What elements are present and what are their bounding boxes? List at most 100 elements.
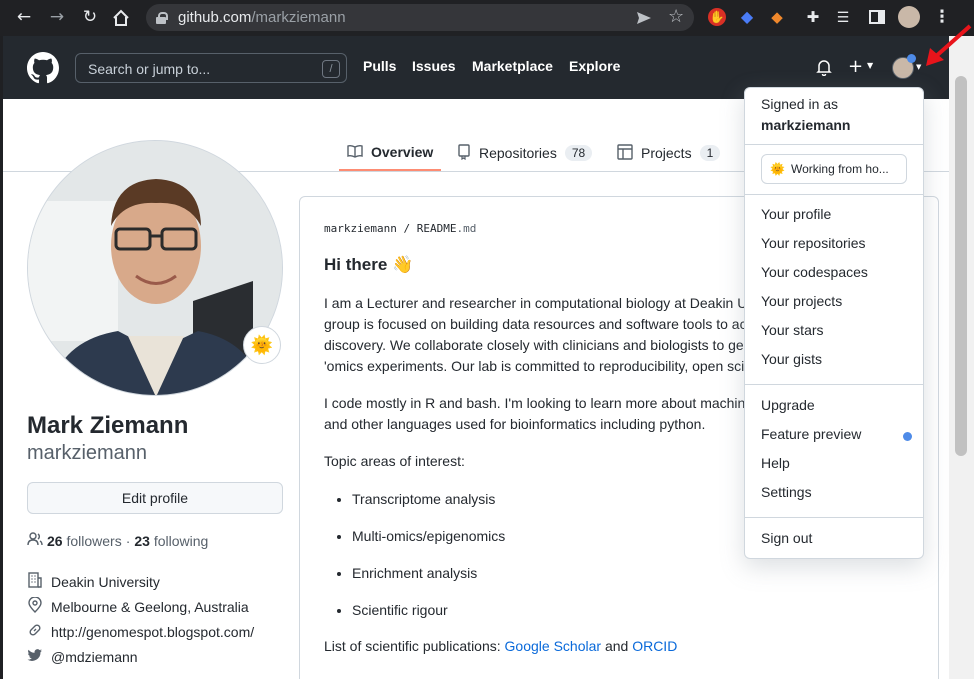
link-icon [27,622,43,641]
url-host: github.com [178,9,252,26]
menu-item-your-gists[interactable]: Your gists [761,351,822,367]
readme-topics-list: Transcriptome analysis Multi-omics/epige… [352,491,505,639]
divider [745,144,923,145]
publications-and: and [604,638,629,654]
readme-path-user[interactable]: markziemann [324,222,397,235]
readme-para1-line2: group is focused on building data resour… [324,316,747,332]
menu-item-settings[interactable]: Settings [761,484,812,500]
google-scholar-link[interactable]: Google Scholar [505,638,602,654]
list-item: Enrichment analysis [352,565,505,602]
extensions-puzzle-icon[interactable]: ✚ [804,8,822,26]
edit-profile-button[interactable]: Edit profile [27,482,283,514]
home-icon[interactable] [112,9,130,32]
send-tab-icon[interactable] [636,10,652,31]
tab-repositories[interactable]: Repositories 78 [457,135,593,171]
menu-item-your-stars[interactable]: Your stars [761,322,824,338]
location-pin-icon [27,596,43,616]
separator-dot: · [125,532,131,549]
search-shortcut-key: / [322,60,340,78]
set-status-button[interactable]: 🌞 Working from ho... [761,154,907,184]
followers-link[interactable]: 26 followers [47,533,122,549]
twitter-link[interactable]: @mdziemann [51,649,138,665]
divider [745,194,923,195]
profile-avatar[interactable] [27,140,283,396]
following-label: following [153,532,209,549]
adblock-extension-icon[interactable]: ✋ [708,8,726,26]
signed-in-username: markziemann [761,117,851,133]
page-scrollbar[interactable] [949,36,974,679]
list-item: Scientific rigour [352,602,505,639]
back-icon[interactable]: ← [12,7,36,27]
vcard-location: Melbourne & Geelong, Australia [27,596,249,616]
menu-item-your-codespaces[interactable]: Your codespaces [761,264,868,280]
readme-para1-line4: 'omics experiments. Our lab is committed… [324,358,745,374]
chevron-down-icon[interactable]: ▼ [867,61,873,70]
tab-projects[interactable]: Projects 1 [617,135,721,171]
readme-path-file[interactable]: README [417,222,457,235]
menu-item-your-projects[interactable]: Your projects [761,293,842,309]
chrome-profile-avatar[interactable] [898,6,920,28]
github-page: Search or jump to... / Pulls Issues Mark… [3,36,949,679]
vcard-twitter: @mdziemann [27,647,138,666]
menu-item-feature-preview[interactable]: Feature preview [761,426,861,442]
readme-path-ext: .md [456,222,477,235]
notifications-bell-icon[interactable] [816,59,832,81]
organization-icon [27,572,43,591]
nav-explore[interactable]: Explore [569,58,620,74]
location-text: Melbourne & Geelong, Australia [51,598,249,615]
orcid-link[interactable]: ORCID [632,638,677,654]
tab-label: Projects [641,145,692,161]
scrollbar-thumb[interactable] [955,76,967,456]
readme-topics-intro: Topic areas of interest: [324,453,465,469]
divider [745,517,923,518]
menu-item-your-profile[interactable]: Your profile [761,206,831,222]
readme-para1-line1: I am a Lecturer and researcher in comput… [324,295,748,311]
nav-marketplace[interactable]: Marketplace [472,58,553,74]
readme-para1-line3: discovery. We collaborate closely with c… [324,337,744,353]
menu-item-sign-out[interactable]: Sign out [761,530,812,546]
repo-icon [457,143,471,163]
side-panel-icon[interactable] [868,8,886,26]
address-bar[interactable]: github.com/markziemann [146,4,694,31]
user-dropdown-menu: Signed in as markziemann 🌞 Working from … [744,87,924,559]
status-emoji-badge[interactable]: 🌞 [243,326,281,364]
feature-preview-dot-icon [903,432,912,441]
search-input[interactable]: Search or jump to... / [75,53,347,83]
list-item: Multi-omics/epigenomics [352,528,505,565]
signed-in-label: Signed in as [761,96,839,112]
status-dot-icon [907,54,916,63]
diamond-extension-icon[interactable]: ◆ [738,8,756,26]
website-link[interactable]: http://genomespot.blogspot.com/ [51,624,254,640]
vcard-company: Deakin University [27,572,160,591]
nav-issues[interactable]: Issues [412,58,456,74]
browser-toolbar: ← → ↻ github.com/markziemann ☆ ✋ ◆ ◆ ✚ ☰… [0,0,974,36]
following-count: 23 [134,532,150,549]
github-logo-icon[interactable] [27,52,59,89]
readme-path-sep: / [403,222,411,235]
readme-para2-line1: I code mostly in R and bash. I'm looking… [324,395,746,411]
readme-path: markziemann / README.md [324,222,476,235]
list-item: Transcriptome analysis [352,491,505,528]
people-icon [27,532,43,549]
projects-count-badge: 1 [699,145,721,161]
following-link[interactable]: 23 following [134,533,208,549]
bookmark-star-icon[interactable]: ☆ [668,6,684,27]
menu-item-help[interactable]: Help [761,455,790,471]
metamask-extension-icon[interactable]: ◆ [768,8,786,26]
publications-prefix: List of scientific publications: [324,638,501,654]
divider [745,384,923,385]
status-text: Working from ho... [790,162,889,176]
forward-icon[interactable]: → [45,7,69,27]
tab-overview[interactable]: Overview [339,135,442,171]
profile-full-name: Mark Ziemann [27,412,189,439]
media-queue-icon[interactable]: ☰ [834,8,852,26]
menu-item-your-repositories[interactable]: Your repositories [761,235,866,251]
tab-label: Repositories [479,145,557,161]
repositories-count-badge: 78 [564,145,593,161]
reload-icon[interactable]: ↻ [78,7,102,27]
twitter-bird-icon [27,647,43,666]
menu-item-upgrade[interactable]: Upgrade [761,397,815,413]
create-new-plus-icon[interactable]: + [848,56,863,77]
lock-icon [156,11,168,24]
nav-pulls[interactable]: Pulls [363,58,396,74]
